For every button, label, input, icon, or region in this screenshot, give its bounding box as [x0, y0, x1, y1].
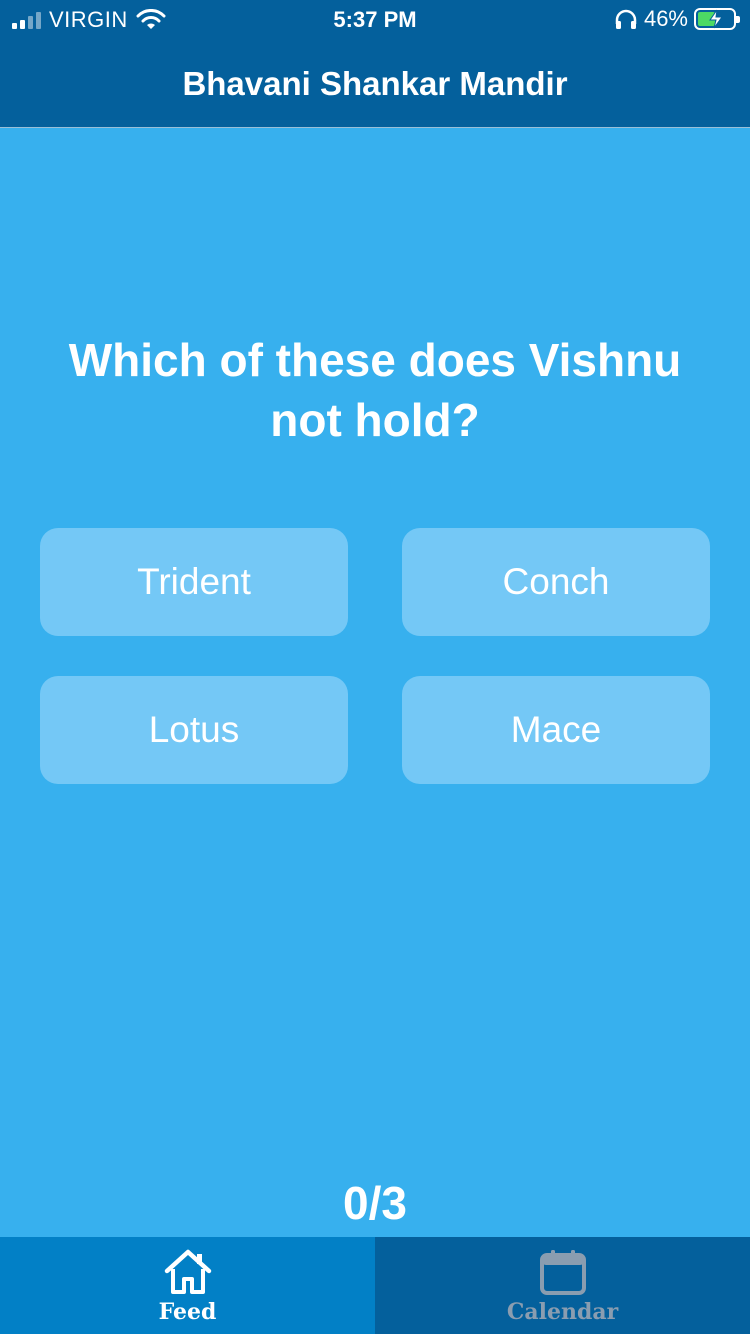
quiz-progress: 0/3 [343, 1177, 407, 1229]
calendar-icon [539, 1250, 586, 1295]
answer-button-lotus[interactable]: Lotus [40, 676, 348, 784]
tab-bar: Feed Calendar [0, 1237, 750, 1334]
status-bar: VIRGIN 5:37 PM 46% [0, 0, 750, 40]
answer-button-trident[interactable]: Trident [40, 528, 348, 636]
answer-button-mace[interactable]: Mace [402, 676, 710, 784]
tab-label-calendar: Calendar [506, 1299, 619, 1325]
tab-calendar[interactable]: Calendar [375, 1237, 750, 1334]
charging-bolt-icon [709, 9, 723, 29]
battery-charging-icon [694, 8, 740, 30]
answer-button-conch[interactable]: Conch [402, 528, 710, 636]
navigation-bar: Bhavani Shankar Mandir [0, 40, 750, 128]
home-icon [164, 1249, 211, 1294]
battery-percentage: 46% [643, 6, 688, 31]
page-title: Bhavani Shankar Mandir [182, 64, 568, 102]
status-right: 46% [614, 6, 740, 32]
tab-label-feed: Feed [158, 1299, 217, 1325]
tab-feed[interactable]: Feed [0, 1237, 375, 1334]
quiz-question: Which of these does Vishnu not hold? [68, 334, 682, 446]
battery-nub [736, 16, 740, 23]
headphones-icon [615, 9, 637, 29]
